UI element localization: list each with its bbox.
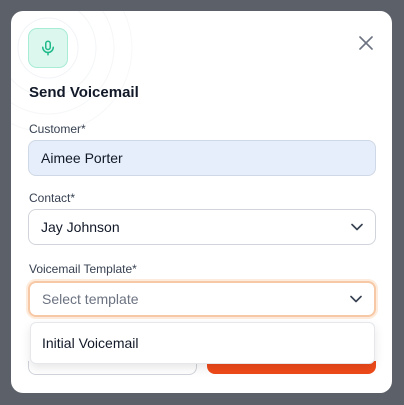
customer-value: Aimee Porter: [41, 150, 123, 166]
customer-field[interactable]: Aimee Porter: [28, 140, 376, 176]
microphone-icon: [42, 40, 54, 56]
chevron-down-icon: [351, 223, 363, 231]
template-placeholder: Select template: [42, 291, 139, 307]
close-button[interactable]: [354, 31, 378, 55]
customer-label: Customer*: [29, 122, 86, 136]
contact-select[interactable]: Jay Johnson: [28, 209, 376, 245]
template-label: Voicemail Template*: [29, 262, 137, 276]
dropdown-option-initial-voicemail[interactable]: Initial Voicemail: [42, 335, 139, 351]
modal-title: Send Voicemail: [29, 84, 139, 101]
chevron-down-icon: [350, 295, 362, 303]
contact-label: Contact*: [29, 191, 76, 205]
template-dropdown: Initial Voicemail: [30, 322, 375, 364]
microphone-icon-badge: [28, 28, 68, 68]
contact-value: Jay Johnson: [41, 219, 120, 235]
send-voicemail-modal: Send Voicemail Customer* Aimee Porter Co…: [11, 11, 392, 393]
close-icon: [359, 36, 373, 50]
template-select[interactable]: Select template: [28, 281, 376, 317]
